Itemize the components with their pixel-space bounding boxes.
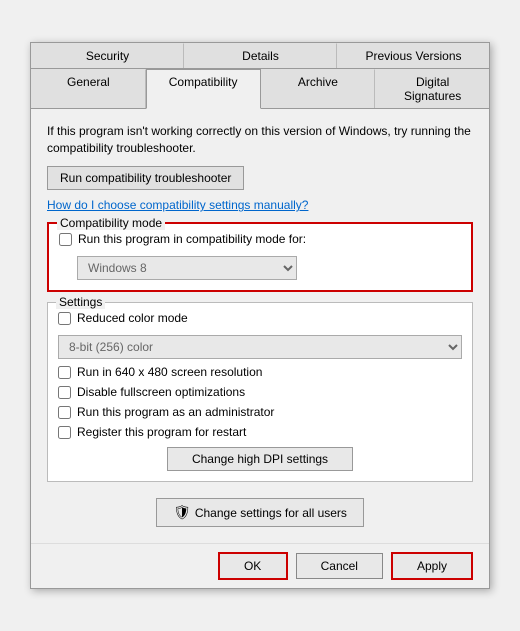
bottom-bar: OK Cancel Apply — [31, 543, 489, 588]
register-restart-checkbox[interactable] — [58, 426, 71, 439]
change-dpi-button[interactable]: Change high DPI settings — [167, 447, 353, 471]
tab-details[interactable]: Details — [184, 43, 337, 68]
help-link[interactable]: How do I choose compatibility settings m… — [47, 198, 473, 212]
compat-mode-os-select[interactable]: Windows 8 Windows 7 Windows Vista (SP2) … — [77, 256, 297, 280]
tab-content: If this program isn't working correctly … — [31, 109, 489, 544]
ok-button[interactable]: OK — [218, 552, 288, 580]
640x480-label: Run in 640 x 480 screen resolution — [77, 365, 262, 379]
disable-fullscreen-checkbox[interactable] — [58, 386, 71, 399]
settings-section: Settings Reduced color mode 8-bit (256) … — [47, 302, 473, 482]
disable-fullscreen-row: Disable fullscreen optimizations — [58, 385, 462, 399]
reduced-color-checkbox[interactable] — [58, 312, 71, 325]
reduced-color-row: Reduced color mode — [58, 311, 462, 325]
disable-fullscreen-label: Disable fullscreen optimizations — [77, 385, 245, 399]
tab-general[interactable]: General — [31, 69, 146, 108]
register-restart-row: Register this program for restart — [58, 425, 462, 439]
run-troubleshooter-button[interactable]: Run compatibility troubleshooter — [47, 166, 244, 190]
compat-mode-section: Compatibility mode Run this program in c… — [47, 222, 473, 292]
640x480-row: Run in 640 x 480 screen resolution — [58, 365, 462, 379]
compat-mode-checkbox-label: Run this program in compatibility mode f… — [78, 232, 306, 246]
tab-archive[interactable]: Archive — [261, 69, 376, 108]
tab-previous-versions[interactable]: Previous Versions — [337, 43, 489, 68]
color-depth-select[interactable]: 8-bit (256) color — [58, 335, 462, 359]
change-settings-label: Change settings for all users — [195, 506, 347, 520]
register-restart-label: Register this program for restart — [77, 425, 246, 439]
tab-security[interactable]: Security — [31, 43, 184, 68]
cancel-button[interactable]: Cancel — [296, 553, 383, 579]
description-text: If this program isn't working correctly … — [47, 123, 473, 157]
tab-row-2: General Compatibility Archive Digital Si… — [31, 69, 489, 109]
compat-mode-checkbox-row: Run this program in compatibility mode f… — [59, 232, 461, 246]
tab-compatibility[interactable]: Compatibility — [146, 69, 261, 109]
apply-button[interactable]: Apply — [391, 552, 473, 580]
compat-mode-checkbox[interactable] — [59, 233, 72, 246]
tab-row-1: Security Details Previous Versions — [31, 43, 489, 69]
reduced-color-label: Reduced color mode — [77, 311, 188, 325]
run-as-admin-row: Run this program as an administrator — [58, 405, 462, 419]
properties-dialog: Security Details Previous Versions Gener… — [30, 42, 490, 590]
640x480-checkbox[interactable] — [58, 366, 71, 379]
tab-digital-signatures[interactable]: Digital Signatures — [375, 69, 489, 108]
shield-icon: 🛡 — [173, 504, 191, 521]
compat-mode-label: Compatibility mode — [57, 216, 165, 230]
run-as-admin-checkbox[interactable] — [58, 406, 71, 419]
run-as-admin-label: Run this program as an administrator — [77, 405, 274, 419]
change-settings-all-users-button[interactable]: 🛡 Change settings for all users — [156, 498, 364, 527]
settings-label: Settings — [56, 295, 105, 309]
